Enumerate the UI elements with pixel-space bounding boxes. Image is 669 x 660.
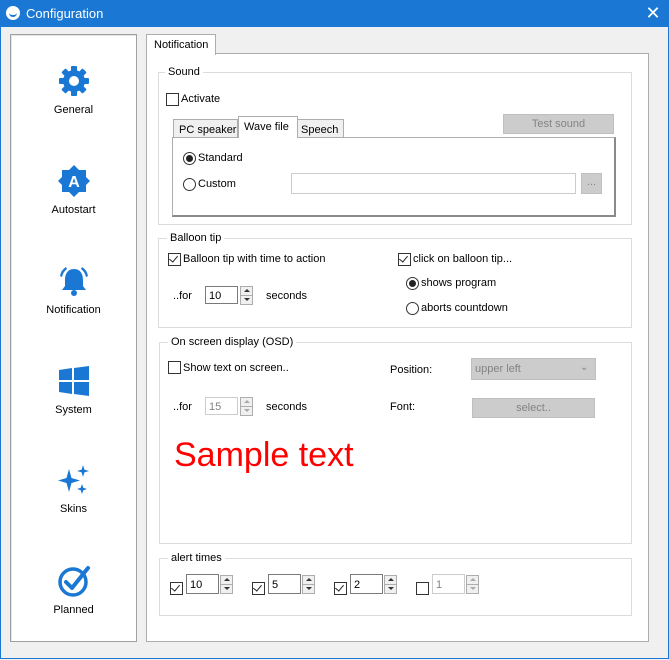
aborts-countdown-label: aborts countdown [421,302,508,314]
shows-program-label: shows program [421,277,497,289]
font-select-button[interactable]: select.. [472,398,595,418]
sidebar-item-label: General [53,104,94,116]
browse-button[interactable]: ... [581,173,602,194]
tab-label: Notification [154,39,209,51]
autostart-badge-icon: A [58,165,90,197]
balloon-seconds-spinner[interactable] [240,286,253,305]
shows-program-radio[interactable] [406,277,419,290]
alert-times-label: alert times [168,552,225,564]
activate-checkbox[interactable] [166,93,179,106]
subtab-pc-speaker[interactable]: PC speaker [173,119,238,138]
osd-seconds-input[interactable]: 15 [205,397,238,415]
show-text-label: Show text on screen.. [183,362,289,374]
check-circle-icon [58,566,90,597]
alert-time-3-checkbox[interactable] [334,582,347,595]
alert-time-4-input[interactable]: 1 [432,574,465,594]
font-label: Font: [390,401,416,413]
subtab-label: Speech [301,124,339,136]
alert-time-2-input[interactable]: 5 [268,574,301,594]
windows-logo-icon [59,366,89,396]
custom-label: Custom [198,178,236,190]
sidebar: General A Autostart Notification System … [10,34,137,642]
alert-time-4-checkbox[interactable] [416,582,429,595]
svg-text:A: A [68,174,80,191]
sidebar-item-planned[interactable]: Planned [11,564,136,654]
show-text-checkbox[interactable] [168,361,181,374]
chevron-down-icon: ⌄ [580,362,589,373]
position-label: Position: [390,364,433,376]
alert-time-2-checkbox[interactable] [252,582,265,595]
title-bar: Configuration ✕ [0,0,669,27]
custom-path-field[interactable] [291,173,576,194]
position-value: upper left [475,363,521,375]
balloon-group [158,238,632,328]
gear-icon [59,66,89,96]
balloon-seconds-input[interactable]: 10 [205,286,238,304]
click-balloon-checkbox[interactable] [398,253,411,266]
activate-label: Activate [181,93,221,105]
custom-radio[interactable] [183,178,196,191]
balloon-for-label: ..for [173,290,192,302]
subtab-speech[interactable]: Speech [297,119,344,138]
sound-group-label: Sound [165,66,203,78]
standard-label: Standard [198,152,243,164]
osd-group-label: On screen display (OSD) [168,336,297,348]
sidebar-item-general[interactable]: General [11,64,136,154]
balloon-group-label: Balloon tip [167,232,225,244]
alert-time-1-checkbox[interactable] [170,582,183,595]
balloon-seconds-label: seconds [266,290,307,302]
standard-radio[interactable] [183,152,196,165]
subtab-label: Wave file [244,121,289,133]
sidebar-item-system[interactable]: System [11,364,136,454]
window-title: Configuration [26,6,104,21]
sidebar-item-notification[interactable]: Notification [11,264,136,354]
tab-notification[interactable]: Notification [146,34,216,55]
sidebar-item-label: Notification [46,304,101,316]
test-sound-button[interactable]: Test sound [503,114,614,134]
alert-time-3-spinner[interactable] [384,575,397,594]
close-icon[interactable]: ✕ [640,1,666,25]
sparkles-icon [58,465,89,494]
subtab-wave-file[interactable]: Wave file [238,116,298,138]
sidebar-item-label: Autostart [51,204,96,216]
sidebar-item-label: Planned [53,604,94,616]
subtab-label: PC speaker [179,124,237,136]
alert-time-2-spinner[interactable] [302,575,315,594]
alert-time-1-spinner[interactable] [220,575,233,594]
sidebar-item-label: Skins [60,503,87,515]
position-dropdown[interactable]: upper left ⌄ [471,358,596,380]
sample-text: Sample text [174,436,354,474]
osd-seconds-label: seconds [266,401,307,413]
osd-for-label: ..for [173,401,192,413]
sidebar-item-label: System [55,404,92,416]
bell-icon [60,267,88,296]
aborts-countdown-radio[interactable] [406,302,419,315]
balloon-with-time-checkbox[interactable] [168,253,181,266]
sidebar-item-skins[interactable]: Skins [11,463,136,553]
osd-seconds-spinner[interactable] [240,397,253,416]
sidebar-item-autostart[interactable]: A Autostart [11,164,136,254]
app-icon [6,6,20,20]
click-balloon-label: click on balloon tip... [413,253,513,265]
alert-time-4-spinner[interactable] [466,575,479,594]
alert-time-1-input[interactable]: 10 [186,574,219,594]
balloon-with-time-label: Balloon tip with time to action [183,253,326,265]
alert-time-3-input[interactable]: 2 [350,574,383,594]
